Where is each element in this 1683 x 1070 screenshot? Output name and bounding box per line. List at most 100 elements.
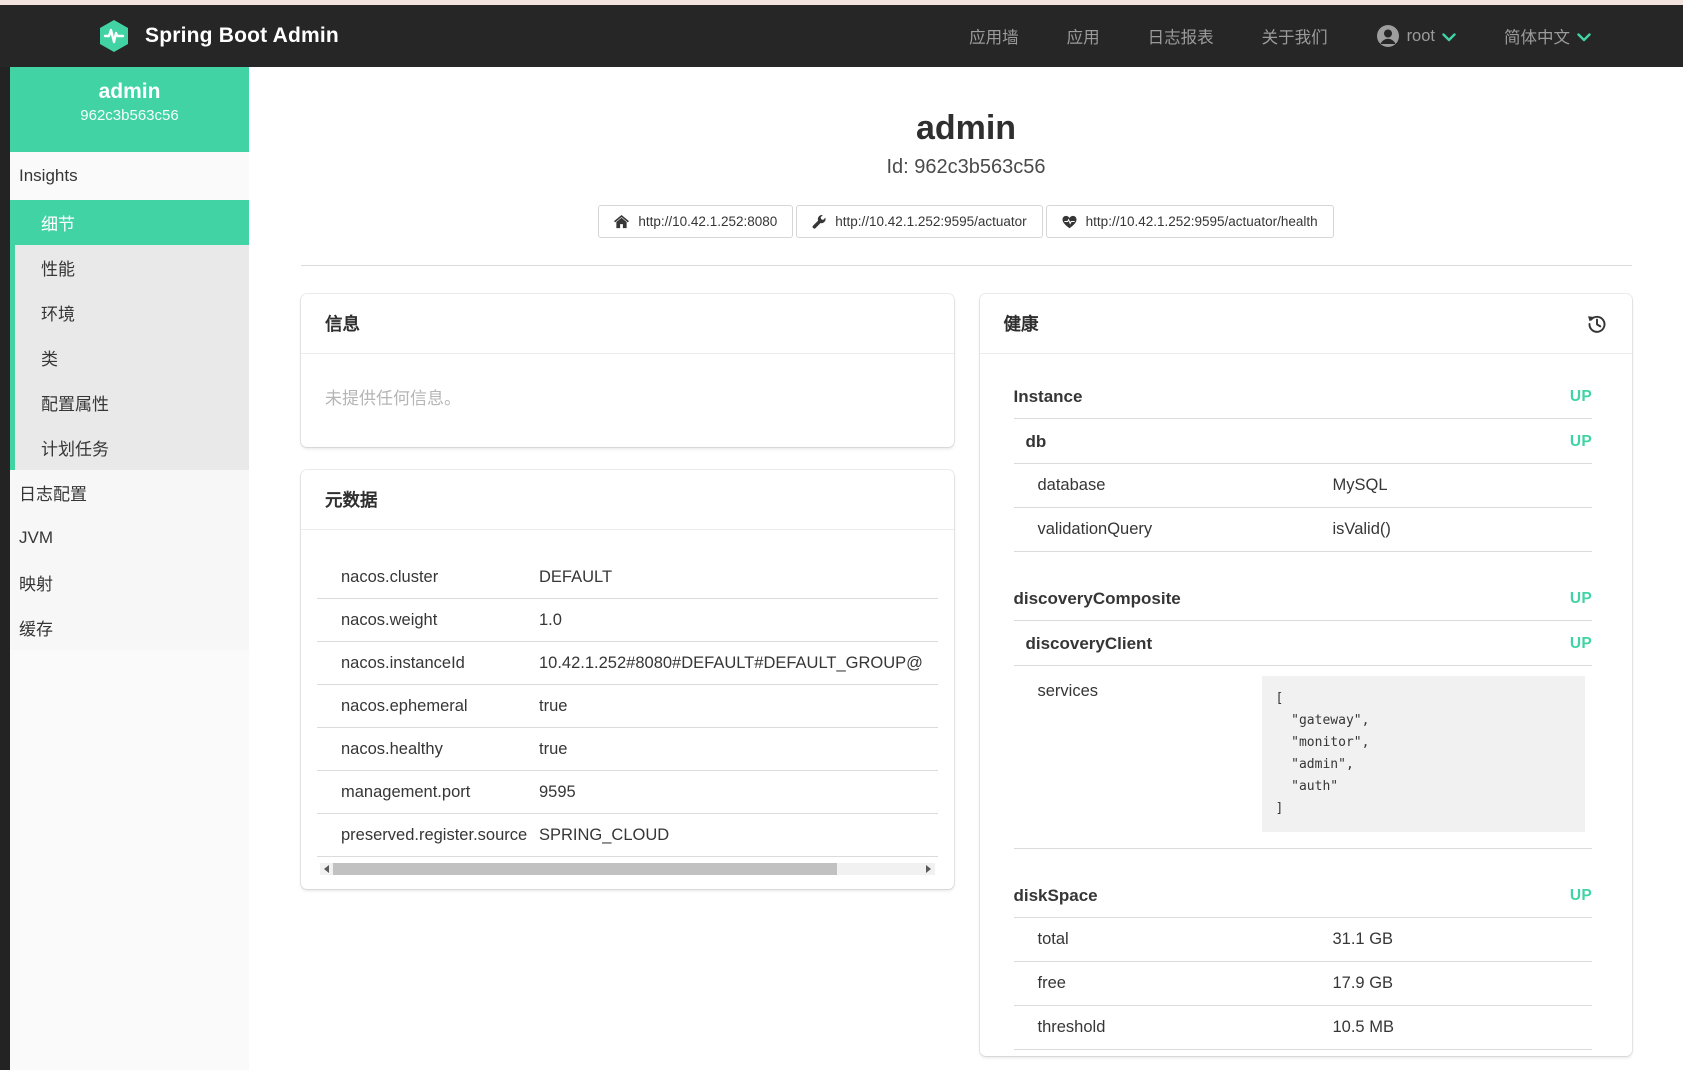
metadata-value: 1.0 (539, 611, 562, 630)
top-navbar: Spring Boot Admin 应用墙 应用 日志报表 关于我们 root … (0, 5, 1683, 67)
sidebar-item-loggers[interactable]: 日志配置 (10, 470, 249, 515)
health-card: 健康 Instance UP (980, 294, 1633, 1056)
scroll-left-arrow-icon[interactable] (320, 863, 333, 875)
sidebar: admin 962c3b563c56 Insights 细节 性能 环境 类 配… (10, 67, 249, 1070)
metadata-key: nacos.ephemeral (317, 697, 539, 716)
health-section-discoverycomposite: discoveryComposite UP (1014, 576, 1593, 621)
history-icon[interactable] (1586, 313, 1608, 335)
health-detail-value: 17.9 GB (1333, 974, 1394, 993)
management-url-label: http://10.42.1.252:9595/actuator (835, 214, 1026, 229)
metadata-value: SPRING_CLOUD (539, 826, 669, 845)
chevron-down-icon (1442, 28, 1456, 47)
page-title: admin (249, 109, 1683, 148)
health-section-diskspace: diskSpace UP (1014, 873, 1593, 918)
status-badge: UP (1570, 635, 1592, 653)
table-row: nacos.instanceId 10.42.1.252#8080#DEFAUL… (317, 642, 938, 685)
sidebar-app-name: admin (10, 80, 249, 104)
health-node-name: Instance (1014, 387, 1083, 407)
health-node-name: discoveryClient (1026, 634, 1153, 654)
metadata-key: management.port (317, 783, 539, 802)
service-url-label: http://10.42.1.252:8080 (638, 214, 777, 229)
language-menu[interactable]: 简体中文 (1504, 24, 1591, 48)
metadata-value: 9595 (539, 783, 576, 802)
health-detail-key: services (1038, 682, 1099, 701)
user-name: root (1407, 27, 1435, 46)
table-row: free 17.9 GB (1014, 962, 1593, 1006)
status-badge: UP (1570, 388, 1592, 406)
table-row: nacos.cluster DEFAULT (317, 556, 938, 599)
main-content: admin Id: 962c3b563c56 http://10.42.1.25… (249, 67, 1683, 1070)
sidebar-item-configprops[interactable]: 配置属性 (10, 380, 249, 425)
spring-boot-admin-logo-icon (96, 18, 132, 54)
health-url-button[interactable]: http://10.42.1.252:9595/actuator/health (1046, 205, 1334, 238)
health-node-name: db (1026, 432, 1047, 452)
sidebar-item-classes[interactable]: 类 (10, 335, 249, 380)
sidebar-item-metrics[interactable]: 性能 (10, 245, 249, 290)
health-node-name: diskSpace (1014, 886, 1098, 906)
nav-item-applications[interactable]: 应用 (1067, 24, 1100, 48)
health-detail-key: validationQuery (1038, 520, 1153, 539)
nav-item-journal[interactable]: 日志报表 (1148, 24, 1214, 48)
scrollbar-thumb[interactable] (333, 863, 837, 875)
table-row: nacos.weight 1.0 (317, 599, 938, 642)
sidebar-item-scheduledtasks[interactable]: 计划任务 (10, 425, 249, 470)
metadata-value: true (539, 697, 567, 716)
nav-item-wallboard[interactable]: 应用墙 (969, 24, 1019, 48)
sidebar-item-mappings[interactable]: 映射 (10, 560, 249, 605)
table-row: services [ "gateway", "monitor", "admin"… (1014, 666, 1593, 849)
metadata-value: 10.42.1.252#8080#DEFAULT#DEFAULT_GROUP@ (539, 654, 923, 673)
brand[interactable]: Spring Boot Admin (96, 18, 339, 54)
sidebar-insights-submenu: 细节 性能 环境 类 配置属性 计划任务 (10, 200, 249, 470)
health-card-title: 健康 (1004, 311, 1039, 336)
metadata-card-title: 元数据 (325, 487, 378, 512)
sidebar-instance-header: admin 962c3b563c56 (10, 67, 249, 152)
metadata-value: DEFAULT (539, 568, 612, 587)
info-card: 信息 未提供任何信息。 (301, 294, 954, 447)
scroll-right-arrow-icon[interactable] (922, 863, 935, 875)
health-url-label: http://10.42.1.252:9595/actuator/health (1086, 214, 1318, 229)
user-menu[interactable]: root (1376, 24, 1456, 48)
management-url-button[interactable]: http://10.42.1.252:9595/actuator (796, 205, 1042, 238)
status-badge: UP (1570, 433, 1592, 451)
table-row: nacos.healthy true (317, 728, 938, 771)
sidebar-item-caches[interactable]: 缓存 (10, 605, 249, 650)
health-detail-key: total (1038, 930, 1069, 949)
instance-links: http://10.42.1.252:8080 http://10.42.1.2… (249, 205, 1683, 238)
health-section-db: db UP (1014, 419, 1593, 464)
sidebar-item-jvm[interactable]: JVM (10, 515, 249, 560)
metadata-key: nacos.instanceId (317, 654, 539, 673)
table-row: management.port 9595 (317, 771, 938, 814)
horizontal-scrollbar[interactable] (320, 863, 935, 875)
metadata-key: preserved.register.source (317, 826, 539, 845)
brand-title: Spring Boot Admin (145, 24, 339, 48)
status-badge: UP (1570, 590, 1592, 608)
user-avatar-icon (1376, 24, 1400, 48)
table-row: database MySQL (1014, 464, 1593, 508)
home-icon (614, 215, 629, 229)
metadata-key: nacos.healthy (317, 740, 539, 759)
health-section-instance: Instance UP (1014, 374, 1593, 419)
table-row: nacos.ephemeral true (317, 685, 938, 728)
nav-item-about[interactable]: 关于我们 (1262, 24, 1328, 48)
metadata-value: true (539, 740, 567, 759)
header-divider (301, 265, 1632, 266)
health-detail-value: MySQL (1333, 476, 1388, 495)
page-instance-id: Id: 962c3b563c56 (249, 156, 1683, 179)
sidebar-item-environment[interactable]: 环境 (10, 290, 249, 335)
wrench-icon (812, 215, 826, 229)
chevron-down-icon (1577, 28, 1591, 47)
screen-left-edge (0, 67, 10, 1070)
metadata-scroll-area: nacos.cluster DEFAULT nacos.weight 1.0 n… (317, 556, 938, 857)
sidebar-instance-id: 962c3b563c56 (10, 107, 249, 124)
sidebar-filler (10, 650, 249, 1070)
heartbeat-icon (1062, 215, 1077, 229)
service-url-button[interactable]: http://10.42.1.252:8080 (598, 205, 793, 238)
health-detail-value: 10.5 MB (1333, 1018, 1394, 1037)
language-label: 简体中文 (1504, 24, 1570, 48)
metadata-key: nacos.cluster (317, 568, 539, 587)
health-section-discoveryclient: discoveryClient UP (1014, 621, 1593, 666)
sidebar-item-details[interactable]: 细节 (10, 200, 249, 245)
metadata-card: 元数据 nacos.cluster DEFAULT nacos.weight (301, 470, 954, 889)
sidebar-item-insights[interactable]: Insights (10, 152, 249, 200)
table-row: threshold 10.5 MB (1014, 1006, 1593, 1050)
